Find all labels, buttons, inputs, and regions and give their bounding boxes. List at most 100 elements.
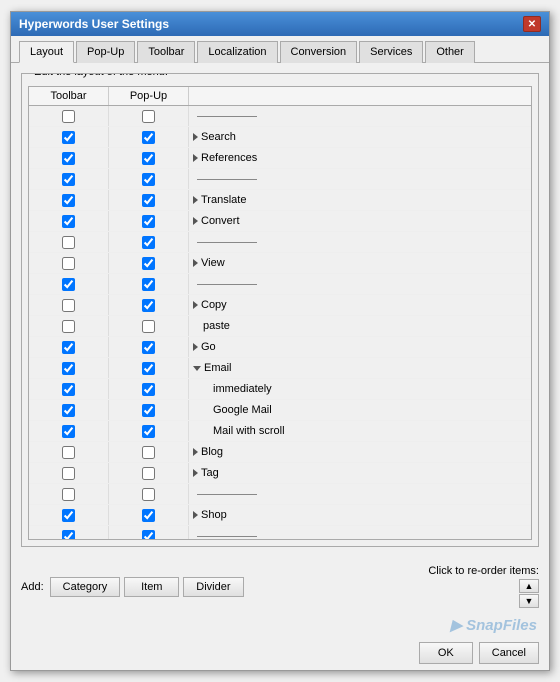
popup-check-13[interactable]	[109, 379, 189, 399]
popup-checkbox-1[interactable]	[142, 131, 155, 144]
toolbar-checkbox-19[interactable]	[62, 509, 75, 522]
close-button[interactable]: ✕	[523, 16, 541, 32]
popup-check-20[interactable]	[109, 526, 189, 539]
popup-checkbox-0[interactable]	[142, 110, 155, 123]
popup-check-14[interactable]	[109, 400, 189, 420]
toolbar-checkbox-15[interactable]	[62, 425, 75, 438]
popup-check-7[interactable]	[109, 253, 189, 273]
toolbar-check-9[interactable]	[29, 295, 109, 315]
popup-checkbox-8[interactable]	[142, 278, 155, 291]
toolbar-checkbox-5[interactable]	[62, 215, 75, 228]
toolbar-check-15[interactable]	[29, 421, 109, 441]
ok-button[interactable]: OK	[419, 642, 473, 664]
popup-check-6[interactable]	[109, 232, 189, 252]
popup-checkbox-2[interactable]	[142, 152, 155, 165]
item-button[interactable]: Item	[124, 577, 179, 597]
popup-check-16[interactable]	[109, 442, 189, 462]
toolbar-check-18[interactable]	[29, 484, 109, 504]
popup-check-10[interactable]	[109, 316, 189, 336]
toolbar-checkbox-0[interactable]	[62, 110, 75, 123]
popup-checkbox-15[interactable]	[142, 425, 155, 438]
toolbar-check-7[interactable]	[29, 253, 109, 273]
popup-checkbox-5[interactable]	[142, 215, 155, 228]
popup-check-5[interactable]	[109, 211, 189, 231]
toolbar-checkbox-20[interactable]	[62, 530, 75, 540]
popup-check-17[interactable]	[109, 463, 189, 483]
popup-check-3[interactable]	[109, 169, 189, 189]
toolbar-check-11[interactable]	[29, 337, 109, 357]
category-button[interactable]: Category	[50, 577, 121, 597]
popup-check-8[interactable]	[109, 274, 189, 294]
toolbar-checkbox-13[interactable]	[62, 383, 75, 396]
tab-layout[interactable]: Layout	[19, 41, 74, 63]
toolbar-check-2[interactable]	[29, 148, 109, 168]
toolbar-checkbox-6[interactable]	[62, 236, 75, 249]
popup-checkbox-14[interactable]	[142, 404, 155, 417]
toolbar-checkbox-18[interactable]	[62, 488, 75, 501]
toolbar-checkbox-17[interactable]	[62, 467, 75, 480]
popup-checkbox-16[interactable]	[142, 446, 155, 459]
toolbar-check-5[interactable]	[29, 211, 109, 231]
toolbar-checkbox-1[interactable]	[62, 131, 75, 144]
toolbar-checkbox-12[interactable]	[62, 362, 75, 375]
toolbar-check-10[interactable]	[29, 316, 109, 336]
popup-check-15[interactable]	[109, 421, 189, 441]
tab-popup[interactable]: Pop-Up	[76, 41, 135, 63]
popup-check-11[interactable]	[109, 337, 189, 357]
tab-other[interactable]: Other	[425, 41, 475, 63]
toolbar-check-8[interactable]	[29, 274, 109, 294]
popup-check-12[interactable]	[109, 358, 189, 378]
popup-checkbox-7[interactable]	[142, 257, 155, 270]
toolbar-check-13[interactable]	[29, 379, 109, 399]
toolbar-checkbox-9[interactable]	[62, 299, 75, 312]
popup-checkbox-17[interactable]	[142, 467, 155, 480]
popup-checkbox-10[interactable]	[142, 320, 155, 333]
toolbar-check-4[interactable]	[29, 190, 109, 210]
cancel-button[interactable]: Cancel	[479, 642, 539, 664]
popup-checkbox-13[interactable]	[142, 383, 155, 396]
toolbar-checkbox-16[interactable]	[62, 446, 75, 459]
toolbar-checkbox-3[interactable]	[62, 173, 75, 186]
toolbar-check-12[interactable]	[29, 358, 109, 378]
popup-check-4[interactable]	[109, 190, 189, 210]
toolbar-check-17[interactable]	[29, 463, 109, 483]
popup-checkbox-3[interactable]	[142, 173, 155, 186]
popup-checkbox-12[interactable]	[142, 362, 155, 375]
toolbar-checkbox-14[interactable]	[62, 404, 75, 417]
tab-conversion[interactable]: Conversion	[280, 41, 358, 63]
tab-localization[interactable]: Localization	[197, 41, 277, 63]
popup-checkbox-6[interactable]	[142, 236, 155, 249]
tab-toolbar[interactable]: Toolbar	[137, 41, 195, 63]
popup-check-2[interactable]	[109, 148, 189, 168]
popup-checkbox-19[interactable]	[142, 509, 155, 522]
popup-check-19[interactable]	[109, 505, 189, 525]
toolbar-check-20[interactable]	[29, 526, 109, 539]
popup-checkbox-9[interactable]	[142, 299, 155, 312]
divider-button[interactable]: Divider	[183, 577, 243, 597]
reorder-down-button[interactable]: ▼	[519, 594, 539, 608]
toolbar-check-1[interactable]	[29, 127, 109, 147]
toolbar-check-19[interactable]	[29, 505, 109, 525]
popup-checkbox-20[interactable]	[142, 530, 155, 540]
table-row	[29, 106, 531, 127]
popup-check-0[interactable]	[109, 106, 189, 126]
toolbar-check-6[interactable]	[29, 232, 109, 252]
popup-check-18[interactable]	[109, 484, 189, 504]
toolbar-checkbox-11[interactable]	[62, 341, 75, 354]
popup-check-1[interactable]	[109, 127, 189, 147]
toolbar-checkbox-4[interactable]	[62, 194, 75, 207]
popup-checkbox-4[interactable]	[142, 194, 155, 207]
toolbar-check-16[interactable]	[29, 442, 109, 462]
popup-check-9[interactable]	[109, 295, 189, 315]
toolbar-check-3[interactable]	[29, 169, 109, 189]
tab-services[interactable]: Services	[359, 41, 423, 63]
toolbar-checkbox-2[interactable]	[62, 152, 75, 165]
toolbar-checkbox-7[interactable]	[62, 257, 75, 270]
reorder-up-button[interactable]: ▲	[519, 579, 539, 593]
toolbar-check-0[interactable]	[29, 106, 109, 126]
popup-checkbox-18[interactable]	[142, 488, 155, 501]
toolbar-checkbox-8[interactable]	[62, 278, 75, 291]
toolbar-checkbox-10[interactable]	[62, 320, 75, 333]
popup-checkbox-11[interactable]	[142, 341, 155, 354]
toolbar-check-14[interactable]	[29, 400, 109, 420]
